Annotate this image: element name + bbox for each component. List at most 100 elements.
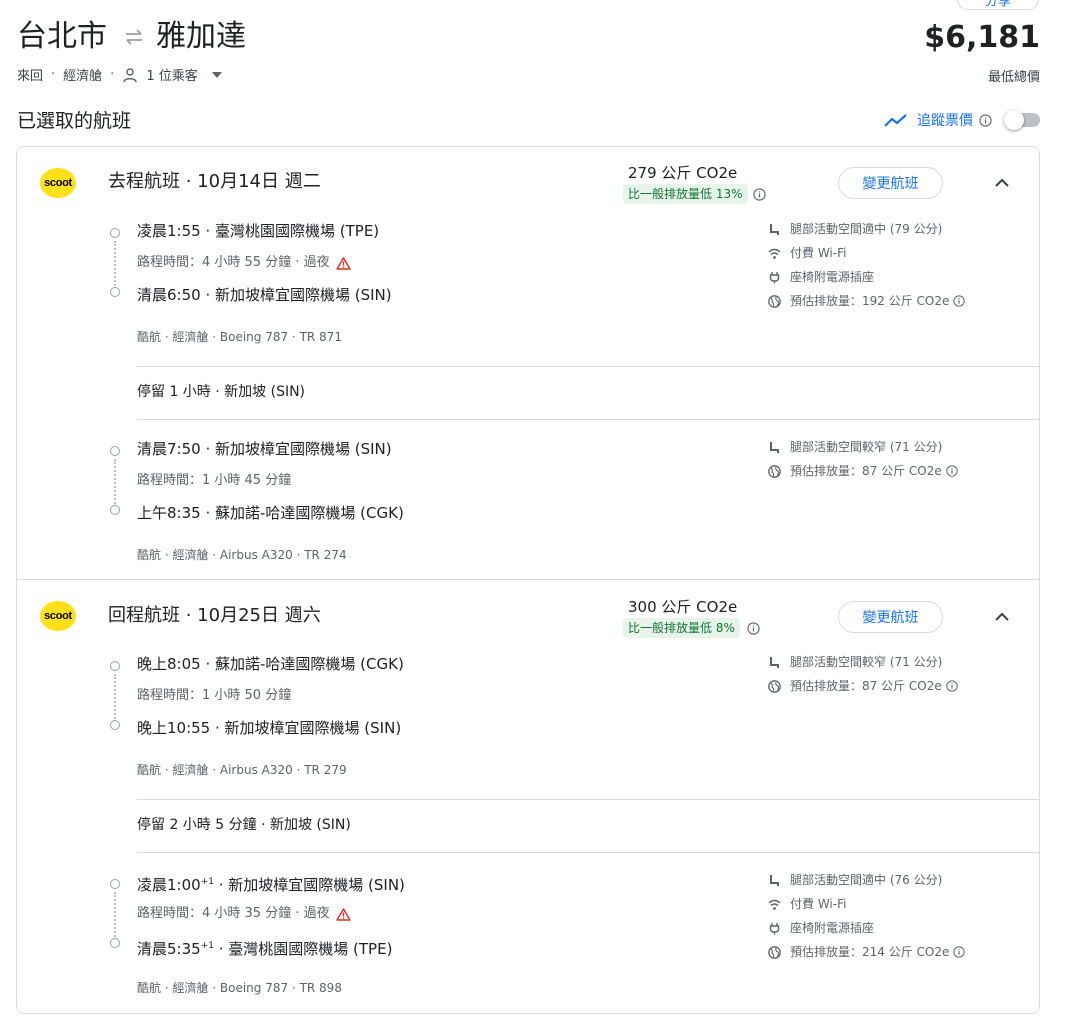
- flight-details: 酷航 · 經濟艙 · Boeing 787 · TR 898: [137, 981, 342, 995]
- outbound-title: 去程航班 · 10月14日 週二: [108, 171, 321, 192]
- timeline-end-dot: [110, 287, 120, 297]
- duration-text: 路程時間：4 小時 55 分鐘 · 過夜: [137, 255, 330, 270]
- amenity-text: 座椅附電源插座: [790, 921, 875, 935]
- amenity-emissions: 預估排放量：192 公斤 CO2e: [768, 293, 966, 309]
- amenity-emissions: 預估排放量：87 公斤 CO2e: [768, 463, 958, 479]
- trip-type[interactable]: 來回: [17, 65, 43, 84]
- layover-info: 停留 1 小時 · 新加坡 (SIN): [137, 384, 306, 400]
- amenity-wifi: 付費 Wi-Fi: [768, 245, 846, 261]
- day-offset: +1: [200, 877, 214, 887]
- arrival-airport: · 臺灣桃園國際機場 (TPE): [213, 940, 393, 958]
- timeline-start-dot: [110, 446, 120, 456]
- person-icon: [123, 67, 138, 82]
- flight-details: 酷航 · 經濟艙 · Airbus A320 · TR 279: [137, 763, 347, 777]
- departure-line: 凌晨1:00+1 · 新加坡樟宜國際機場 (SIN): [137, 872, 405, 895]
- arrival-line: 清晨6:50 · 新加坡樟宜國際機場 (SIN): [137, 286, 392, 304]
- departure-line: 凌晨1:55 · 臺灣桃園國際機場 (TPE): [137, 222, 380, 240]
- passenger-count[interactable]: 1 位乘客: [146, 65, 197, 84]
- destination-city: 雅加達: [156, 19, 246, 54]
- amenity-text: 預估排放量：192 公斤 CO2e: [790, 294, 950, 308]
- airline-logo-text: scoot: [44, 610, 72, 622]
- change-return-button[interactable]: 變更航班: [838, 601, 943, 633]
- airline-logo: scoot: [40, 168, 76, 198]
- duration-text: 路程時間：1 小時 45 分鐘: [137, 473, 292, 488]
- duration-text: 路程時間：4 小時 35 分鐘 · 過夜: [137, 906, 330, 921]
- chevron-up-icon[interactable]: [994, 612, 1010, 622]
- duration-line: 路程時間：1 小時 50 分鐘: [137, 687, 291, 705]
- amenity-text: 預估排放量：87 公斤 CO2e: [790, 464, 942, 478]
- globe-icon: [768, 679, 781, 693]
- arrival-line: 清晨5:35+1 · 臺灣桃園國際機場 (TPE): [137, 936, 392, 959]
- info-icon[interactable]: [979, 113, 992, 127]
- amenity-text: 付費 Wi-Fi: [790, 897, 847, 911]
- info-icon[interactable]: [953, 946, 966, 958]
- info-icon[interactable]: [953, 295, 966, 307]
- arrival-time: 清晨5:35: [137, 940, 201, 958]
- timeline-start-dot: [110, 661, 120, 671]
- amenity-power: 座椅附電源插座: [768, 269, 874, 285]
- globe-icon: [768, 464, 781, 478]
- chevron-down-icon[interactable]: [211, 71, 222, 78]
- origin-city: 台北市: [17, 19, 107, 54]
- amenity-text: 預估排放量：87 公斤 CO2e: [790, 679, 942, 693]
- duration-line: 路程時間：4 小時 55 分鐘 · 過夜: [137, 254, 351, 272]
- trend-line-icon: [884, 114, 907, 127]
- share-button[interactable]: 分享: [957, 0, 1039, 10]
- info-icon[interactable]: [946, 680, 958, 692]
- wifi-icon: [768, 899, 781, 910]
- departure-airport: · 新加坡樟宜國際機場 (SIN): [213, 876, 405, 894]
- track-prices: 追蹤票價: [884, 110, 1040, 130]
- amenity-text: 腿部活動空間適中 (76 公分): [790, 873, 943, 887]
- amenity-legroom: 腿部活動空間較窄 (71 公分): [768, 439, 942, 455]
- departure-time: 凌晨1:00: [137, 876, 201, 894]
- divider: [137, 366, 1039, 367]
- price-note: 最低總價: [987, 70, 1040, 85]
- info-icon[interactable]: [753, 188, 766, 201]
- chevron-up-icon[interactable]: [994, 178, 1010, 188]
- timeline-dots: [114, 241, 116, 286]
- change-outbound-button[interactable]: 變更航班: [838, 167, 943, 199]
- flight-details: 酷航 · 經濟艙 · Boeing 787 · TR 871: [137, 330, 342, 344]
- airline-logo: scoot: [40, 601, 76, 631]
- timeline-dots: [114, 459, 116, 504]
- separator: ·: [51, 67, 56, 82]
- warning-triangle-icon: [335, 256, 351, 270]
- amenity-power: 座椅附電源插座: [768, 920, 874, 936]
- departure-line: 晚上8:05 · 蘇加諾-哈達國際機場 (CGK): [137, 655, 404, 673]
- seat-icon: [770, 874, 779, 886]
- track-prices-toggle[interactable]: [1004, 110, 1040, 130]
- airline-logo-text: scoot: [44, 177, 72, 189]
- divider: [16, 579, 1040, 580]
- separator: ·: [110, 67, 115, 82]
- flight-details: 酷航 · 經濟艙 · Airbus A320 · TR 274: [137, 548, 347, 562]
- amenity-legroom: 腿部活動空間較窄 (71 公分): [768, 654, 942, 670]
- arrival-line: 晚上10:55 · 新加坡樟宜國際機場 (SIN): [137, 719, 402, 737]
- trip-options: 來回 · 經濟艙 · 1 位乘客: [17, 65, 222, 84]
- amenity-text: 預估排放量：214 公斤 CO2e: [790, 945, 950, 959]
- swap-arrows-icon[interactable]: [123, 29, 145, 45]
- selected-flights-heading: 已選取的航班: [17, 110, 132, 132]
- amenity-emissions: 預估排放量：214 公斤 CO2e: [768, 944, 966, 960]
- amenity-text: 座椅附電源插座: [790, 270, 875, 284]
- seat-icon: [770, 656, 779, 668]
- toggle-knob: [1004, 110, 1024, 130]
- amenity-text: 腿部活動空間較窄 (71 公分): [790, 655, 943, 669]
- amenity-text: 腿部活動空間適中 (79 公分): [790, 222, 943, 236]
- info-icon[interactable]: [747, 622, 760, 635]
- track-prices-label[interactable]: 追蹤票價: [917, 110, 973, 130]
- divider: [137, 852, 1039, 853]
- outbound-co2-badge: 比一般排放量低 13%: [623, 184, 748, 204]
- amenity-wifi: 付費 Wi-Fi: [768, 896, 846, 912]
- info-icon[interactable]: [946, 465, 958, 477]
- duration-text: 路程時間：1 小時 50 分鐘: [137, 688, 292, 703]
- amenity-legroom: 腿部活動空間適中 (76 公分): [768, 872, 942, 888]
- departure-line: 清晨7:50 · 新加坡樟宜國際機場 (SIN): [137, 440, 392, 458]
- seat-icon: [770, 441, 779, 453]
- globe-icon: [768, 945, 781, 959]
- arrival-line: 上午8:35 · 蘇加諾-哈達國際機場 (CGK): [137, 504, 404, 522]
- timeline-end-dot: [110, 720, 120, 730]
- timeline-start-dot: [110, 879, 120, 889]
- globe-icon: [768, 294, 781, 308]
- total-price: $6,181: [924, 20, 1040, 55]
- cabin-class[interactable]: 經濟艙: [63, 65, 102, 84]
